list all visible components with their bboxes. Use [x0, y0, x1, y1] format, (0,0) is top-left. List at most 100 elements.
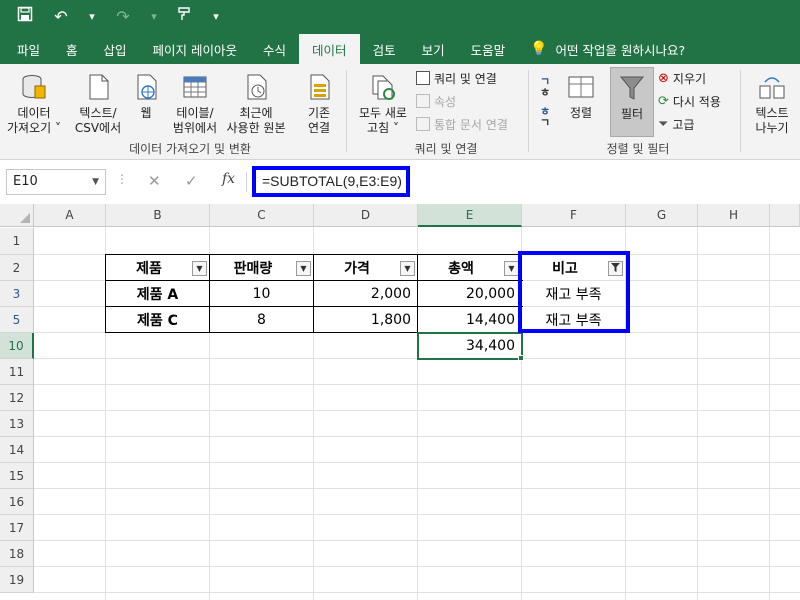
- row-header[interactable]: 18: [0, 541, 34, 567]
- grid-line: [34, 436, 800, 437]
- grid-line: [34, 488, 800, 489]
- recent-sources-button[interactable]: 최근에 사용한 원본: [222, 72, 290, 136]
- from-table-button[interactable]: 테이블/ 범위에서: [166, 72, 224, 136]
- row-header[interactable]: 2: [0, 255, 34, 281]
- column-header-i[interactable]: [770, 204, 800, 227]
- cell-price[interactable]: 1,800: [314, 307, 417, 332]
- sort-button[interactable]: 정렬: [562, 72, 600, 121]
- tab-insert[interactable]: 삽입: [91, 34, 140, 64]
- edit-links-button[interactable]: 통합 문서 연결: [416, 114, 508, 134]
- sort-ascending-button[interactable]: ㄱ ㅎ: [540, 76, 556, 99]
- filter-dropdown-icon[interactable]: ▼: [192, 261, 207, 276]
- row-header[interactable]: 15: [0, 463, 34, 489]
- row-header[interactable]: 17: [0, 515, 34, 541]
- fill-handle[interactable]: [518, 355, 524, 361]
- queries-connections-label: 쿼리 및 연결: [434, 71, 497, 86]
- get-data-button[interactable]: 데이터 가져오기 ˅: [6, 72, 62, 136]
- from-web-button[interactable]: 웹: [128, 72, 164, 121]
- clear-filter-button[interactable]: ⊗ 지우기: [658, 68, 706, 88]
- filter-dropdown-icon[interactable]: ▼: [296, 261, 311, 276]
- row-header[interactable]: 11: [0, 359, 34, 385]
- row-header[interactable]: 10: [0, 333, 34, 359]
- reapply-label: 다시 적용: [672, 94, 721, 109]
- properties-button[interactable]: 속성: [416, 91, 456, 111]
- row-header[interactable]: 19: [0, 567, 34, 593]
- text-csv-button[interactable]: 텍스트/ CSV에서: [70, 72, 126, 136]
- row-header[interactable]: 14: [0, 437, 34, 463]
- tab-view[interactable]: 보기: [409, 34, 458, 64]
- name-box-dropdown-icon[interactable]: ▼: [92, 170, 99, 194]
- cancel-icon[interactable]: ✕: [148, 172, 161, 190]
- grid-line: [34, 410, 800, 411]
- text-to-columns-button[interactable]: 텍스트 나누기: [748, 72, 796, 136]
- header-cell-total[interactable]: 총액: [418, 255, 504, 280]
- grid-line: [697, 227, 698, 600]
- column-header-g[interactable]: G: [626, 204, 698, 227]
- get-data-label-2: 가져오기 ˅: [7, 121, 61, 135]
- filter-button[interactable]: 필터: [610, 67, 654, 137]
- tab-data[interactable]: 데이터: [299, 34, 360, 64]
- cell-product[interactable]: 제품 A: [106, 281, 209, 306]
- database-icon: [22, 75, 46, 99]
- advanced-filter-button[interactable]: ⏷ 고급: [658, 114, 695, 134]
- select-all-button[interactable]: [0, 204, 34, 227]
- redo-icon[interactable]: ↷: [112, 0, 134, 34]
- tab-file[interactable]: 파일: [4, 34, 53, 64]
- header-cell-product[interactable]: 제품: [106, 255, 192, 280]
- insert-function-icon[interactable]: fx: [222, 171, 235, 187]
- formula-bar-grip-icon[interactable]: ⋮: [116, 172, 128, 186]
- row-header[interactable]: 1: [0, 228, 34, 255]
- enter-icon[interactable]: ✓: [185, 172, 198, 190]
- row-header[interactable]: 12: [0, 385, 34, 411]
- column-header-c[interactable]: C: [210, 204, 314, 227]
- cell-total[interactable]: 14,400: [418, 307, 521, 332]
- save-icon[interactable]: [14, 0, 36, 34]
- cell-sales[interactable]: 10: [210, 281, 313, 306]
- formula-input[interactable]: =SUBTOTAL(9,E3:E9): [252, 166, 410, 197]
- format-painter-icon[interactable]: [174, 0, 196, 34]
- group-label-queries: 쿼리 및 연결: [414, 142, 478, 156]
- cell-total[interactable]: 20,000: [418, 281, 521, 306]
- column-header-e[interactable]: E: [418, 204, 522, 227]
- get-data-label-1: 데이터: [17, 106, 51, 120]
- existing-connections-button[interactable]: 기존 연결: [296, 72, 342, 136]
- refresh-all-label-1: 모두 새로: [359, 106, 407, 120]
- cell-price[interactable]: 2,000: [314, 281, 417, 306]
- tab-page-layout[interactable]: 페이지 레이아웃: [140, 34, 250, 64]
- cell-sales[interactable]: 8: [210, 307, 313, 332]
- tell-me-text: 어떤 작업을 원하시나요?: [555, 42, 686, 58]
- refresh-all-button[interactable]: 모두 새로 고침 ˅: [352, 72, 414, 136]
- name-box[interactable]: E10 ▼: [6, 169, 106, 195]
- row-header[interactable]: 3: [0, 281, 34, 307]
- row-header[interactable]: 13: [0, 411, 34, 437]
- column-header-b[interactable]: B: [106, 204, 210, 227]
- customize-icon[interactable]: ▾: [210, 0, 222, 34]
- tab-help[interactable]: 도움말: [458, 34, 519, 64]
- sort-descending-button[interactable]: ㅎ ㄱ: [540, 106, 556, 129]
- tell-me-box[interactable]: 💡 어떤 작업을 원하시나요?: [518, 34, 698, 64]
- queries-connections-button[interactable]: 쿼리 및 연결: [416, 68, 497, 88]
- reapply-button[interactable]: ⟳ 다시 적용: [658, 91, 721, 111]
- column-header-d[interactable]: D: [314, 204, 418, 227]
- filter-dropdown-icon[interactable]: ▼: [504, 261, 519, 276]
- column-header-h[interactable]: H: [698, 204, 770, 227]
- column-header-a[interactable]: A: [34, 204, 106, 227]
- undo-dropdown-icon[interactable]: ▾: [86, 0, 98, 34]
- name-box-value: E10: [13, 174, 38, 189]
- tab-formulas[interactable]: 수식: [250, 34, 299, 64]
- header-cell-sales[interactable]: 판매량: [210, 255, 296, 280]
- row-header[interactable]: 16: [0, 489, 34, 515]
- tab-review[interactable]: 검토: [360, 34, 409, 64]
- cell-product[interactable]: 제품 C: [106, 307, 209, 332]
- refresh-all-label-2: 고침 ˅: [367, 121, 399, 135]
- column-header-f[interactable]: F: [522, 204, 626, 227]
- filter-dropdown-icon[interactable]: ▼: [400, 261, 415, 276]
- text-to-columns-label-1: 텍스트: [755, 106, 789, 120]
- undo-icon[interactable]: ↶: [50, 0, 72, 34]
- row-header[interactable]: 5: [0, 307, 34, 333]
- web-icon: [137, 74, 157, 100]
- header-cell-price[interactable]: 가격: [314, 255, 400, 280]
- redo-dropdown-icon[interactable]: ▾: [148, 0, 160, 34]
- quick-access-toolbar: ↶ ▾ ↷ ▾ ▾: [0, 0, 800, 34]
- tab-home[interactable]: 홈: [53, 34, 91, 64]
